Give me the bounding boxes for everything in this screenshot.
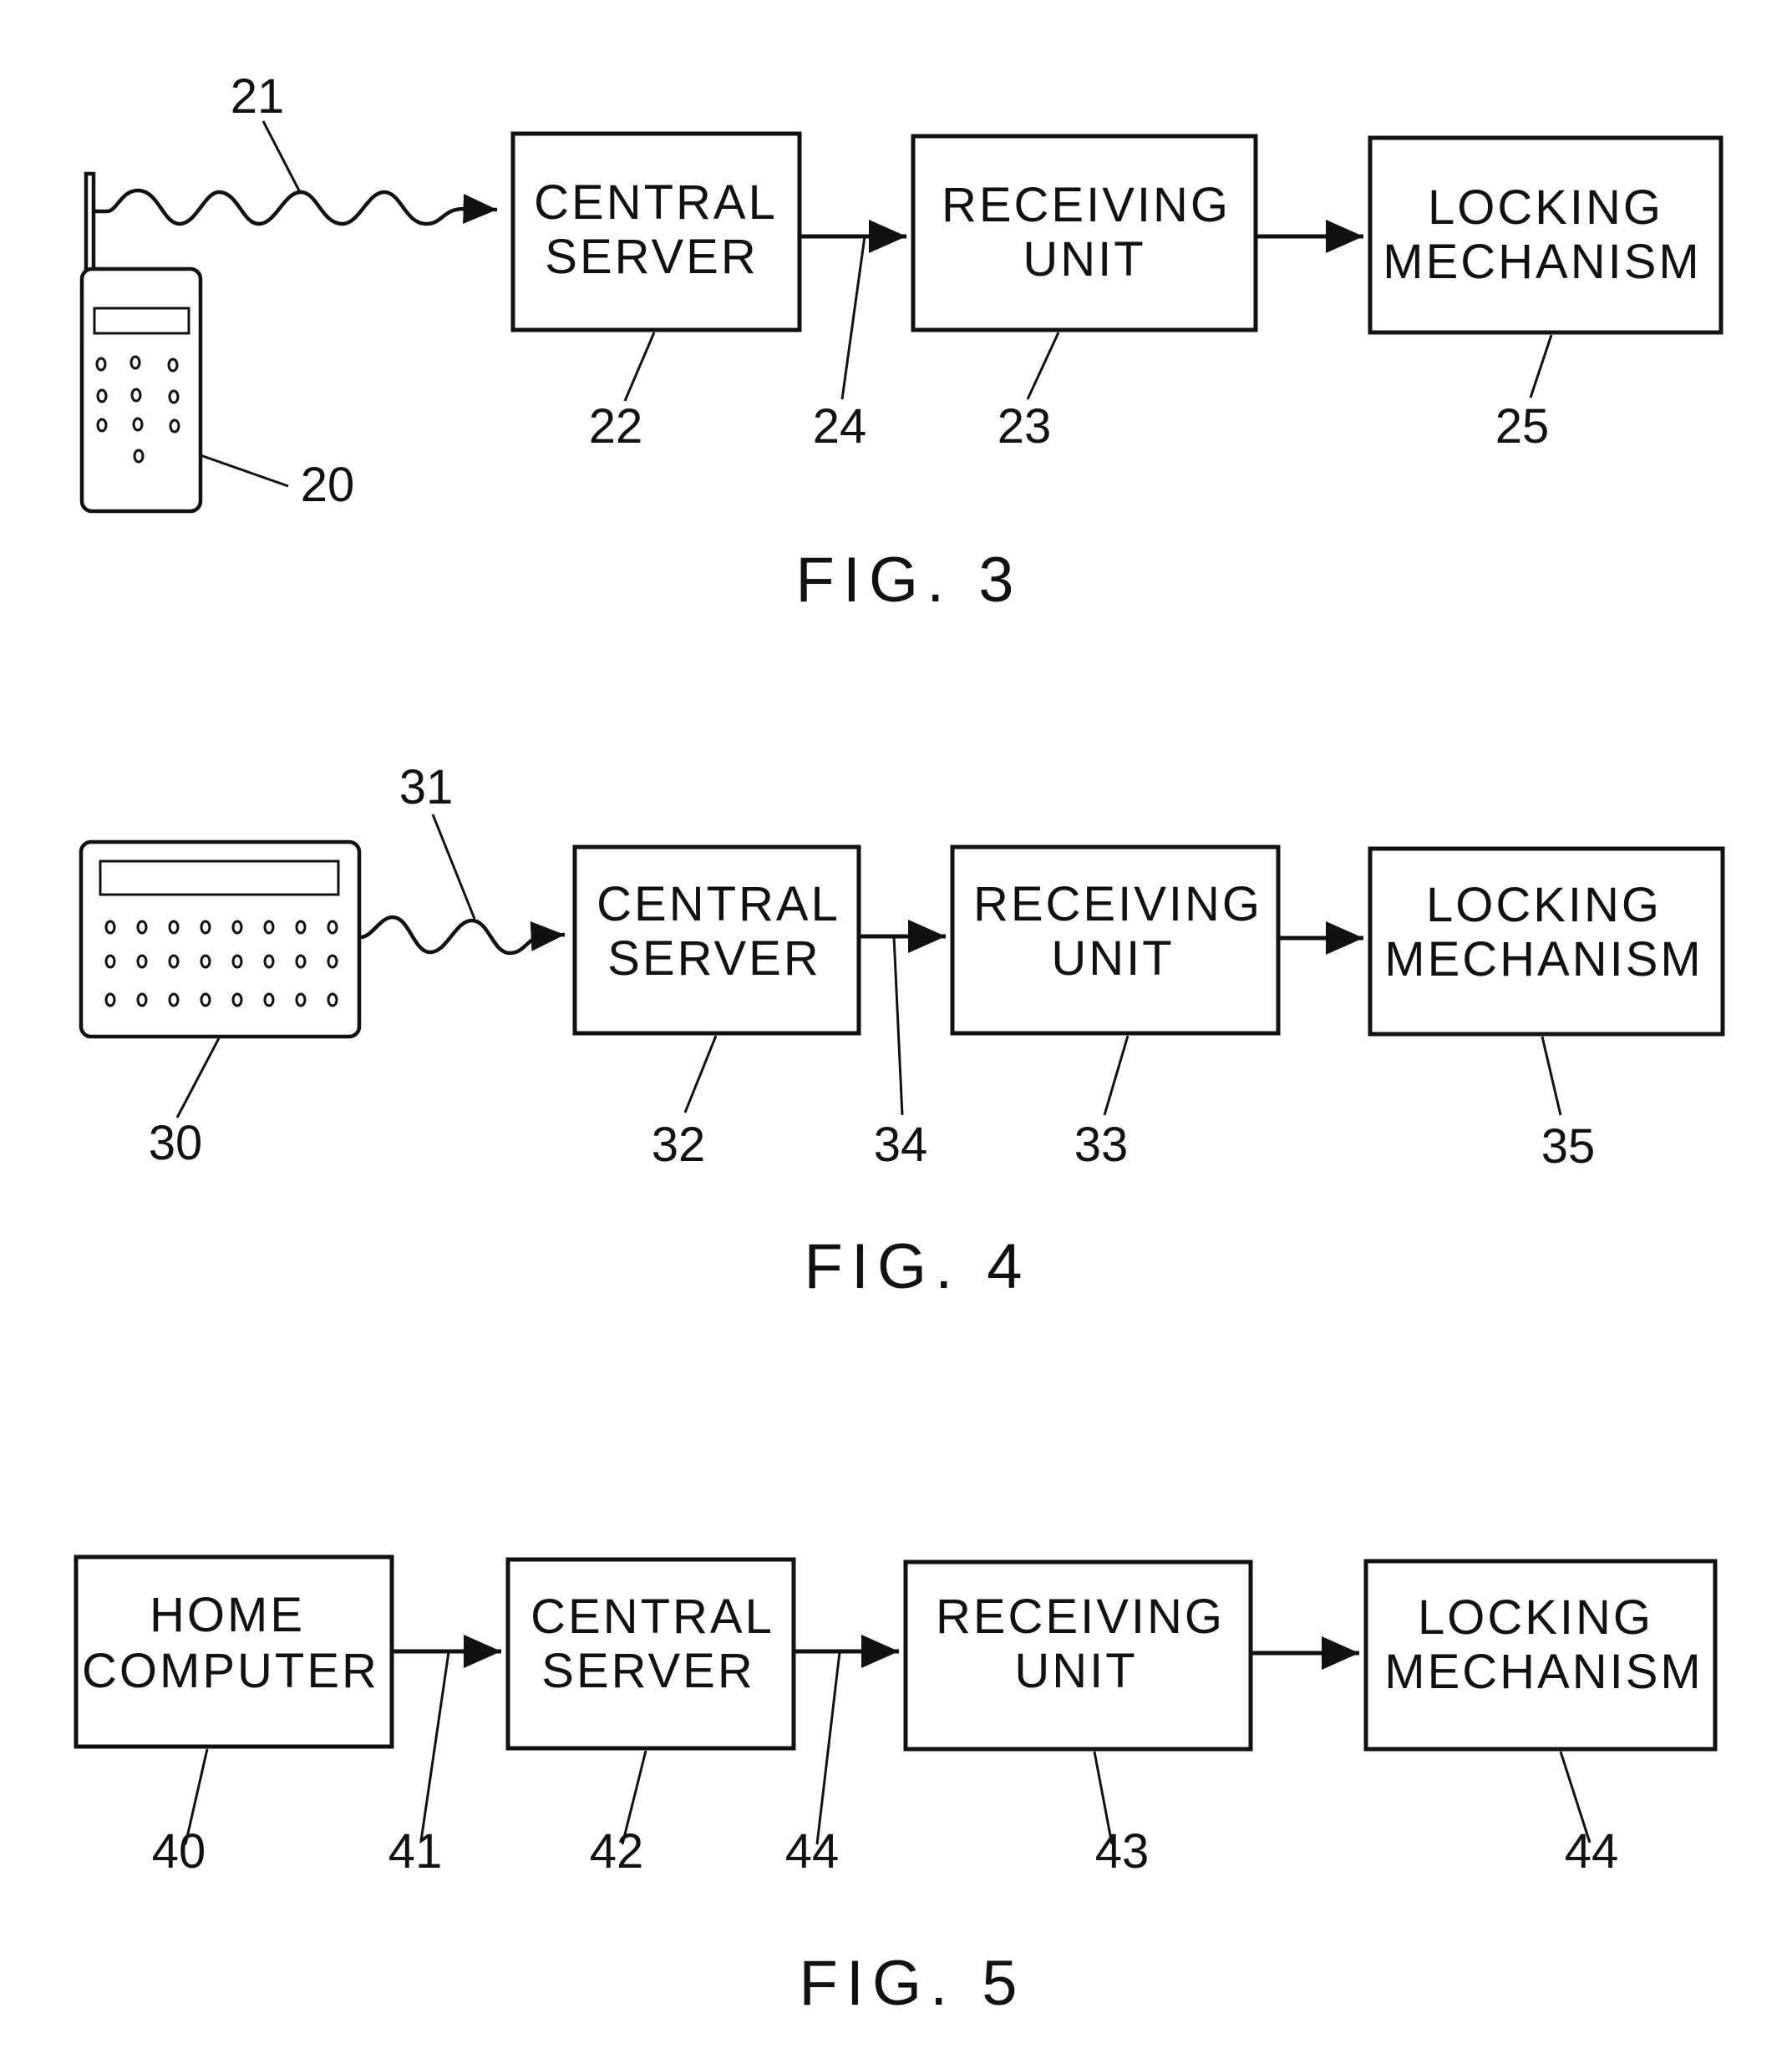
- receiving-unit-block: RECEIVING UNIT: [950, 844, 1281, 1036]
- ref-label-34: 34: [874, 1118, 928, 1172]
- svg-text:CENTRAL: CENTRAL: [596, 877, 840, 931]
- key-dot: [104, 992, 116, 1007]
- key-dot: [231, 954, 243, 969]
- key-dot: [104, 920, 116, 935]
- ref-label-44a: 44: [785, 1824, 840, 1879]
- ref-label-22: 22: [589, 399, 643, 454]
- wireless-signal-31: [360, 915, 566, 956]
- locking-mechanism-block: LOCKING MECHANISM: [1368, 846, 1725, 1037]
- key-dot: [327, 992, 338, 1007]
- ref-label-42: 42: [590, 1824, 644, 1879]
- svg-text:LOCKING: LOCKING: [1418, 1590, 1653, 1645]
- leader-31: [431, 814, 476, 920]
- leader-24: [840, 236, 866, 400]
- svg-text:CENTRAL: CENTRAL: [530, 1590, 774, 1644]
- key-dot: [104, 954, 116, 969]
- key-dot: [263, 954, 275, 969]
- svg-text:RECEIVING: RECEIVING: [973, 877, 1262, 931]
- figure-caption-3: FIG. 3: [795, 545, 1022, 616]
- svg-text:UNIT: UNIT: [1023, 232, 1145, 287]
- figure-3: 21 20 CENTRAL SERVER 22 24 RECEIVING UNI…: [79, 69, 1723, 616]
- leader-41: [419, 1651, 450, 1842]
- ref-label-21: 21: [231, 69, 285, 124]
- ref-label-25: 25: [1495, 399, 1550, 454]
- ref-label-43: 43: [1095, 1824, 1150, 1879]
- ref-label-23: 23: [998, 399, 1052, 454]
- figure-4: 31 30 CENTRAL SERVER 32 34 RECEIVING UNI…: [79, 760, 1725, 1302]
- key-dot: [168, 920, 180, 935]
- keypad-device-icon: [79, 839, 362, 1039]
- key-dot: [136, 920, 148, 935]
- svg-text:RECEIVING: RECEIVING: [942, 178, 1231, 232]
- receiving-unit-block: RECEIVING UNIT: [903, 1559, 1253, 1752]
- svg-text:MECHANISM: MECHANISM: [1384, 1645, 1703, 1699]
- svg-text:SERVER: SERVER: [541, 1644, 754, 1698]
- svg-text:CENTRAL: CENTRAL: [534, 175, 778, 230]
- ref-label-24: 24: [813, 399, 867, 454]
- figure-caption-5: FIG. 5: [799, 1948, 1025, 2019]
- key-dot: [295, 992, 307, 1007]
- leader-23: [1026, 332, 1060, 400]
- leader-44a: [815, 1651, 841, 1845]
- central-server-block: CENTRAL SERVER: [510, 131, 802, 332]
- locking-mechanism-block: LOCKING MECHANISM: [1363, 1559, 1718, 1752]
- svg-text:SERVER: SERVER: [545, 230, 758, 284]
- leader-34: [892, 936, 904, 1116]
- key-dot: [263, 920, 275, 935]
- leader-20: [200, 454, 289, 488]
- ref-label-41: 41: [388, 1824, 443, 1879]
- leader-30: [175, 1037, 221, 1118]
- ref-label-33: 33: [1074, 1118, 1129, 1172]
- key-dot: [295, 954, 307, 969]
- ref-label-44b: 44: [1565, 1824, 1619, 1879]
- key-dot: [200, 992, 211, 1007]
- key-dot: [136, 954, 148, 969]
- svg-text:UNIT: UNIT: [1014, 1644, 1137, 1698]
- key-dot: [263, 992, 275, 1007]
- svg-text:MECHANISM: MECHANISM: [1383, 235, 1701, 289]
- wireless-signal-21: [95, 188, 498, 226]
- figure-caption-4: FIG. 4: [804, 1231, 1030, 1302]
- locking-mechanism-block: LOCKING MECHANISM: [1368, 135, 1723, 335]
- leader-32: [683, 1035, 718, 1113]
- svg-text:MECHANISM: MECHANISM: [1384, 932, 1703, 986]
- leader-35: [1541, 1036, 1562, 1116]
- receiving-unit-block: RECEIVING UNIT: [911, 134, 1258, 332]
- figure-5: HOME COMPUTER 40 41 CENTRAL SERVER 42 44…: [74, 1554, 1718, 2019]
- ref-label-40: 40: [152, 1824, 206, 1879]
- central-server-block: CENTRAL SERVER: [572, 844, 861, 1036]
- ref-label-20: 20: [301, 458, 355, 512]
- leader-21: [261, 120, 302, 195]
- ref-label-31: 31: [399, 760, 454, 814]
- key-dot: [168, 992, 180, 1007]
- ref-label-35: 35: [1541, 1119, 1596, 1174]
- central-server-block: CENTRAL SERVER: [505, 1557, 796, 1751]
- key-dot: [295, 920, 307, 935]
- svg-text:UNIT: UNIT: [1051, 931, 1174, 986]
- svg-text:RECEIVING: RECEIVING: [936, 1590, 1225, 1644]
- leader-33: [1103, 1035, 1130, 1116]
- key-dot: [327, 954, 338, 969]
- key-dot: [231, 920, 243, 935]
- leader-22: [623, 332, 656, 402]
- ref-label-30: 30: [149, 1116, 203, 1170]
- patent-drawing-sheet: 21 20 CENTRAL SERVER 22 24 RECEIVING UNI…: [74, 69, 1725, 2019]
- svg-text:LOCKING: LOCKING: [1428, 180, 1663, 235]
- key-dot: [200, 954, 211, 969]
- ref-label-32: 32: [652, 1118, 706, 1172]
- svg-text:COMPUTER: COMPUTER: [82, 1644, 379, 1698]
- home-computer-block: HOME COMPUTER: [74, 1554, 394, 1749]
- key-dot: [168, 954, 180, 969]
- svg-text:HOME: HOME: [150, 1588, 305, 1642]
- svg-text:SERVER: SERVER: [607, 931, 820, 986]
- key-dot: [327, 920, 338, 935]
- svg-text:LOCKING: LOCKING: [1426, 878, 1662, 932]
- key-dot: [231, 992, 243, 1007]
- leader-25: [1529, 334, 1553, 398]
- key-dot: [200, 920, 211, 935]
- key-dot: [136, 992, 148, 1007]
